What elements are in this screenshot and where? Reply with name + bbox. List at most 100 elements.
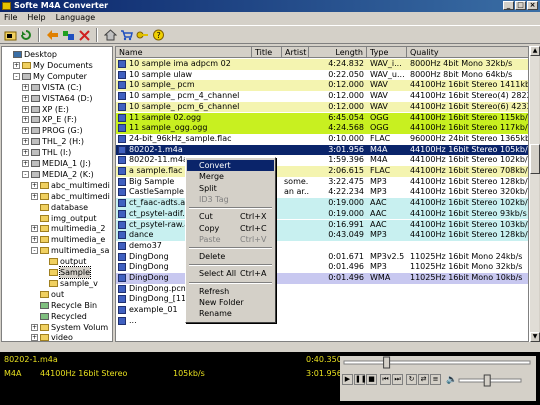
expand-icon[interactable]: + [22, 138, 29, 146]
cart-icon[interactable] [119, 28, 133, 42]
expand-icon[interactable]: + [31, 192, 38, 200]
menu-item-copy[interactable]: Copy Ctrl+C [187, 223, 274, 234]
tree-node[interactable]: + video [31, 332, 73, 341]
file-row[interactable]: ... [116, 315, 528, 327]
file-list[interactable]: Name Title Artist Length Type Quality 10… [115, 46, 529, 342]
expand-icon[interactable]: + [22, 149, 29, 157]
seek-slider[interactable] [383, 356, 391, 369]
expand-icon[interactable]: + [13, 61, 20, 69]
tree-node[interactable]: + XP_E (F:) [22, 114, 77, 125]
tree-node[interactable]: - MEDIA_2 (K:) [22, 169, 94, 180]
menu-file[interactable]: File [4, 12, 17, 24]
menu-item-merge[interactable]: Merge [187, 171, 274, 182]
tree-node[interactable]: + multimedia_2 [31, 223, 105, 234]
file-row[interactable]: DingDong 0:01.496 WMA 11025Hz 16bit Mono 10… [116, 273, 528, 284]
menu-item-id3-tag[interactable]: ID3 Tag [187, 194, 274, 205]
collapse-icon[interactable]: - [13, 72, 20, 80]
pause-icon[interactable]: ❚❚ [354, 374, 367, 385]
volume-slider[interactable] [483, 374, 491, 387]
expand-icon[interactable]: + [22, 127, 29, 135]
tree-node[interactable]: Recycled [31, 311, 87, 322]
tree-node[interactable]: + PROG (G:) [22, 125, 83, 136]
tree-node[interactable]: sample_v [40, 278, 98, 289]
column-title[interactable]: Title [252, 47, 282, 58]
seek-track[interactable] [343, 360, 531, 365]
previous-icon[interactable]: ⏮ [380, 374, 391, 385]
file-row[interactable]: 10 sample ima adpcm 02 4:24.832 WAV_i... 80… [116, 59, 528, 70]
tree-node[interactable]: + VISTA (C:) [22, 82, 82, 93]
column-quality[interactable]: Quality [407, 47, 528, 58]
file-row[interactable]: DingDong 0:01.496 MP3 11025Hz 16bit Mono 32… [116, 262, 528, 273]
tree-node[interactable]: img_output [31, 213, 96, 224]
file-row[interactable]: DingDong_[11025... [116, 294, 528, 306]
file-row[interactable]: 24-bit_96kHz_sample.flac 0:10.000 FLAC 9600… [116, 133, 528, 145]
expand-icon[interactable]: + [31, 323, 38, 331]
next-icon[interactable]: ⏭ [392, 374, 403, 385]
tree-node[interactable]: + THL_2 (H:) [22, 136, 84, 147]
stop-playback-icon[interactable]: ■ [366, 374, 377, 385]
tree-node[interactable]: out [31, 289, 64, 300]
file-row[interactable]: Big Samplesome...3:22.475MP344100Hz 16bi… [116, 176, 528, 188]
file-row[interactable]: 10 sample_ pcm_6_channel 0:12.000 WAV 44100… [116, 101, 528, 113]
file-row[interactable]: ct_psytel-raw.aac 0:16.991 AAC 44100Hz 16bi… [116, 219, 528, 231]
tree-node[interactable]: + System Volum [31, 322, 108, 333]
tree-node[interactable]: output [40, 256, 86, 267]
scroll-thumb[interactable] [530, 144, 540, 174]
file-row[interactable]: 80202-1.m4a 3:01.956 M4A 44100Hz 16bit Ster… [116, 144, 528, 156]
refresh-icon[interactable] [19, 28, 33, 42]
file-row[interactable]: 10 sample_ pcm_4_channel 0:12.000 WAV 44100… [116, 91, 528, 102]
tree-node[interactable]: Sample [40, 266, 91, 279]
file-row[interactable]: 80202-11.m4a 1:59.396 M4A 44100Hz 16bit Ste… [116, 155, 528, 166]
tree-node[interactable]: - multimedia_sa [31, 245, 109, 256]
file-row[interactable]: demo37 [116, 240, 528, 252]
file-row[interactable]: ct_faac-adts.aac 0:19.000 AAC 44100Hz 16bit… [116, 198, 528, 209]
file-row[interactable]: 11 sample_ogg.ogg 4:24.568 OGG 44100Hz 16bi… [116, 123, 528, 134]
menu-item-cut[interactable]: Cut Ctrl+X [187, 211, 274, 222]
tree-node[interactable]: database [31, 202, 88, 213]
home-icon[interactable] [103, 28, 117, 42]
expand-icon[interactable]: + [22, 105, 29, 113]
vertical-scrollbar[interactable]: ▲ ▼ [529, 46, 540, 342]
tree-node[interactable]: + THL (I:) [22, 147, 71, 158]
expand-icon[interactable]: + [22, 94, 29, 102]
column-length[interactable]: Length [309, 47, 367, 58]
file-row[interactable]: DingDong 0:01.671 MP3v2.5 11025Hz 16bit Mon… [116, 251, 528, 263]
menu-item-split[interactable]: Split [187, 183, 274, 194]
folder-tree[interactable]: Desktop + My Documents - My Computer + VISTA (… [1, 46, 113, 342]
tree-node[interactable]: + XP (E:) [22, 104, 69, 115]
help-icon[interactable]: ? [151, 28, 165, 42]
menu-item-new-folder[interactable]: New Folder [187, 297, 274, 308]
tree-node[interactable]: + abc_multimedi [31, 191, 110, 202]
file-row[interactable]: 11 sample 02.ogg 6:45.054 OGG 44100Hz 16bit… [116, 112, 528, 124]
menu-item-paste[interactable]: Paste Ctrl+V [187, 234, 274, 245]
tree-node[interactable]: Recycle Bin [31, 300, 97, 311]
scroll-down-arrow[interactable]: ▼ [530, 332, 540, 342]
expand-icon[interactable]: + [31, 181, 38, 189]
tree-node[interactable]: - My Computer [13, 71, 87, 82]
expand-icon[interactable]: + [22, 160, 29, 167]
file-row[interactable]: example_01 [116, 305, 528, 316]
expand-icon[interactable]: + [31, 334, 38, 341]
open-icon[interactable] [3, 28, 17, 42]
column-type[interactable]: Type [367, 47, 407, 58]
merge-icon[interactable] [61, 28, 75, 42]
maximize-button[interactable]: □ [515, 1, 526, 10]
file-row[interactable]: dance 0:43.049 MP3 44100Hz 16bit Stereo 128… [116, 230, 528, 241]
file-row[interactable]: DingDong.pcm [116, 283, 528, 295]
tree-node[interactable]: + My Documents [13, 60, 93, 71]
convert-icon[interactable] [45, 28, 59, 42]
tree-node[interactable]: Desktop [4, 49, 57, 60]
play-icon[interactable]: ▶ [342, 374, 353, 385]
menu-help[interactable]: Help [27, 12, 45, 24]
column-artist[interactable]: Artist [282, 47, 309, 58]
tree-node[interactable]: + abc_multimedi [31, 180, 110, 191]
tree-node[interactable]: + VISTA64 (D:) [22, 93, 92, 104]
playlist-icon[interactable]: ≡ [430, 374, 441, 385]
menu-item-delete[interactable]: Delete [187, 251, 274, 262]
expand-icon[interactable]: + [31, 236, 38, 244]
file-row[interactable]: CastleSample an ar... 4:22.234 MP3 44100Hz 1… [116, 187, 528, 199]
collapse-icon[interactable]: - [22, 170, 29, 178]
expand-icon[interactable]: + [22, 83, 29, 91]
menu-item-refresh[interactable]: Refresh [187, 286, 274, 297]
key-icon[interactable] [135, 28, 149, 42]
